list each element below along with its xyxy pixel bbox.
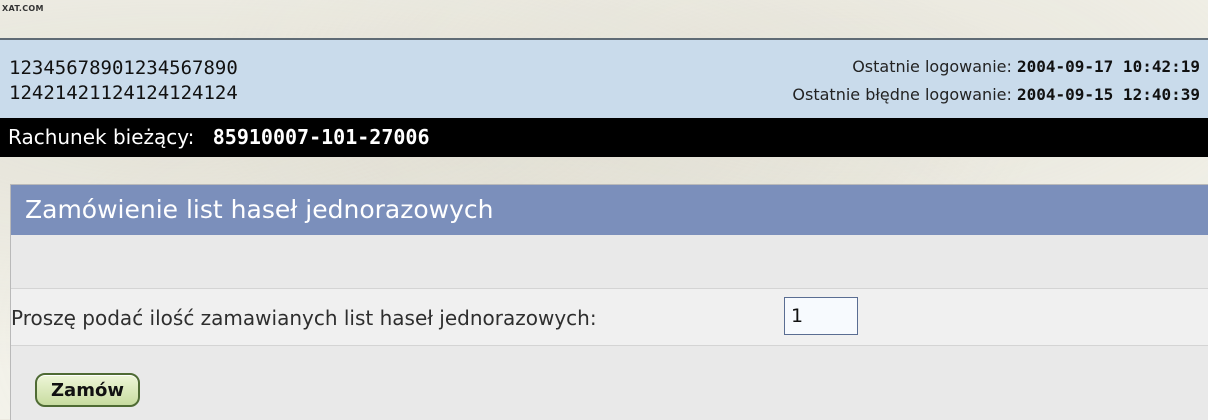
user-id-line-2: 12421421124124124124	[9, 82, 238, 104]
account-label: Rachunek bieżący:	[8, 125, 195, 149]
last-login-label: Ostatnie logowanie:	[852, 57, 1012, 76]
quantity-form-row: Proszę podać ilość zamawianych list hase…	[11, 288, 1208, 346]
quantity-input[interactable]	[784, 297, 858, 335]
user-identifiers: 12345678901234567890 1242142112412412412…	[9, 56, 238, 106]
user-info-bar: 12345678901234567890 1242142112412412412…	[0, 38, 1208, 118]
quantity-label: Proszę podać ilość zamawianych list hase…	[11, 306, 597, 330]
last-login-row: Ostatnie logowanie: 2004-09-17 10:42:19	[792, 53, 1200, 81]
site-logo: XAT.COM	[2, 4, 44, 13]
account-bar: Rachunek bieżący: 85910007-101-27006	[0, 118, 1208, 157]
account-number: 85910007-101-27006	[212, 125, 430, 149]
last-failed-login-value: 2004-09-15 12:40:39	[1016, 85, 1200, 104]
panel-title: Zamówienie list haseł jednorazowych	[11, 185, 1208, 235]
order-button[interactable]: Zamów	[35, 373, 140, 407]
last-failed-login-label: Ostatnie błędne logowanie:	[792, 85, 1012, 104]
user-id-line-1: 12345678901234567890	[9, 57, 238, 79]
login-history: Ostatnie logowanie: 2004-09-17 10:42:19 …	[792, 53, 1200, 109]
last-failed-login-row: Ostatnie błędne logowanie: 2004-09-15 12…	[792, 81, 1200, 109]
last-login-value: 2004-09-17 10:42:19	[1016, 57, 1200, 76]
order-password-lists-panel: Zamówienie list haseł jednorazowych Pros…	[10, 184, 1208, 420]
